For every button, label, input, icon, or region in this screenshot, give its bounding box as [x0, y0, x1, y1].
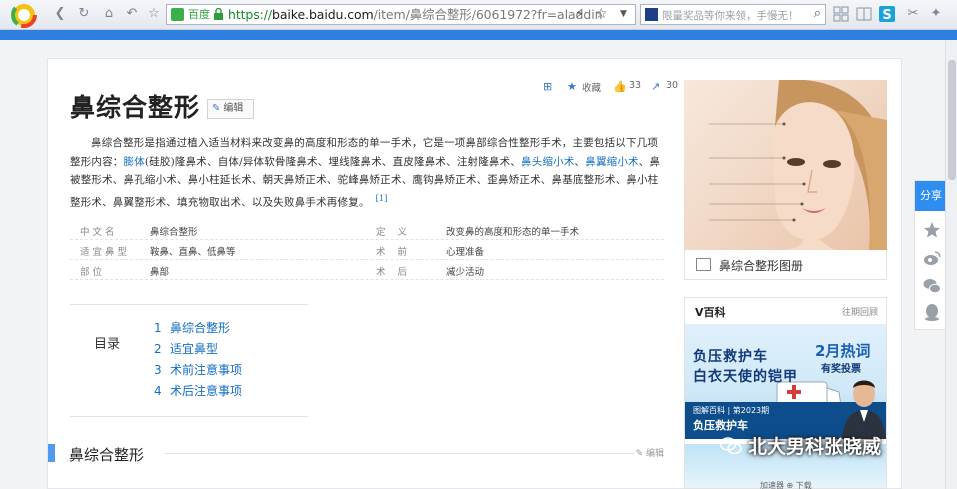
table-of-contents: 目录 1 鼻综合整形 2 适宜鼻型 3 术前注意事项 4 术后注意事项 [70, 304, 308, 417]
reading-mode-icon[interactable] [855, 5, 873, 23]
toc-label: 目录 [94, 337, 121, 352]
section-edit-link[interactable]: ✎ 编辑 [636, 446, 664, 459]
svg-text:S: S [882, 8, 891, 23]
album-icon [696, 258, 711, 271]
share-bar: 分享 [914, 180, 948, 330]
wechat-watermark-icon [720, 437, 742, 455]
toc-item[interactable]: 3 术前注意事项 [154, 361, 242, 382]
share-count-icon[interactable]: ↗ [651, 80, 660, 93]
past-issues-link[interactable]: 往期回顾 [842, 305, 878, 318]
link-biyi[interactable]: 鼻翼缩小术 [585, 156, 639, 168]
wechat-icon[interactable] [923, 277, 941, 295]
star-icon[interactable] [923, 221, 941, 239]
url-text[interactable]: https://baike.baidu.com/item/鼻综合整形/60619… [228, 7, 603, 23]
speed-mode-icon[interactable]: ⚡ [575, 7, 584, 22]
basic-info-row: 适宜鼻型 鞍鼻、直鼻、低鼻等 术前 心理准备 [70, 240, 664, 260]
basic-info-table: 中文名 鼻综合整形 定义 改变鼻的高度和形态的单一手术 适宜鼻型 鞍鼻、直鼻、低鼻等 … [70, 220, 664, 280]
pencil-icon: ✎ [635, 449, 646, 459]
section-heading: 鼻综合整形 [69, 446, 145, 464]
section-header: 鼻综合整形 ✎ 编辑 [48, 441, 664, 465]
undo-icon[interactable]: ↶ [124, 6, 140, 22]
address-dropdown-icon[interactable]: ▼ [620, 9, 627, 19]
tools-scissors-icon[interactable]: ✂ [905, 6, 921, 22]
presenter-image [842, 380, 886, 439]
scrollbar-thumb[interactable] [948, 60, 956, 180]
search-input[interactable]: 限量奖品等你来领，手慢无！ [662, 8, 799, 23]
banner-caption: 负压救护车 [693, 419, 748, 432]
banner-title-line1: 负压救护车 [693, 349, 768, 365]
link-pengti[interactable]: 膨体 [124, 156, 145, 168]
lock-icon [214, 8, 223, 20]
share-count: 30 [666, 80, 679, 91]
section-accent-bar [48, 444, 55, 462]
refresh-icon[interactable]: ↻ [76, 6, 92, 22]
v-baike-banner[interactable]: 负压救护车 白衣天使的铠甲 图解百科 | 第2023期 负压救护车 2月热词 有… [685, 324, 886, 439]
edit-button[interactable]: ✎ 编辑 [207, 99, 254, 119]
like-icon[interactable]: 👍 [613, 80, 627, 93]
banner-title-line2: 白衣天使的铠甲 [693, 369, 798, 385]
bookmark-star-icon[interactable]: ☆ [595, 6, 608, 22]
hot-words-title: 2月热词 [815, 342, 871, 360]
status-bar: 加速器 ⊕ 下载 [760, 481, 812, 489]
site-favicon-icon [171, 8, 184, 21]
site-badge: 百度 [188, 8, 210, 21]
share-label[interactable]: 分享 [915, 181, 947, 211]
hot-words-sub: 有奖投票 [821, 364, 861, 375]
watermark: 北大男科张晓威 [720, 432, 881, 459]
like-count: 33 [629, 80, 642, 91]
settings-icon[interactable]: ✦ [928, 6, 944, 22]
search-box[interactable]: 限量奖品等你来领，手慢无！ ⌕ [640, 4, 826, 25]
favorite-label[interactable]: 收藏 [582, 80, 601, 94]
favorite-star-icon[interactable]: ★ [567, 80, 577, 93]
page-top-bar [0, 30, 957, 40]
add-icon[interactable]: ⊞ [543, 80, 552, 93]
browser-logo-icon[interactable] [8, 2, 44, 28]
album-label: 鼻综合整形图册 [719, 259, 804, 273]
page-scrollbar[interactable] [945, 40, 957, 489]
s-extension-icon[interactable]: S [878, 5, 896, 23]
back-icon[interactable]: ❮ [52, 6, 68, 22]
entry-cover-image[interactable] [684, 80, 887, 250]
link-bitou[interactable]: 鼻头缩小术 [521, 156, 575, 168]
page-title: 鼻综合整形 [70, 93, 201, 122]
apps-grid-icon[interactable] [832, 5, 850, 23]
v-baike-panel: V百科 往期回顾 负压救护车 白衣天使的铠甲 图解百科 | 第2023期 负压救… [684, 297, 887, 489]
v-baike-title: V百科 [695, 306, 726, 319]
face-illustration [709, 80, 887, 250]
toc-item[interactable]: 2 适宜鼻型 [154, 340, 242, 361]
edit-label: 编辑 [223, 103, 244, 114]
search-engine-icon[interactable] [645, 8, 658, 21]
basic-info-row: 部位 鼻部 术后 减少活动 [70, 260, 664, 280]
album-link[interactable]: 鼻综合整形图册 [684, 250, 887, 280]
favorites-icon[interactable]: ☆ [146, 6, 162, 22]
banner-issue: 图解百科 | 第2023期 [693, 406, 770, 415]
basic-info-row: 中文名 鼻综合整形 定义 改变鼻的高度和形态的单一手术 [70, 220, 664, 240]
search-icon[interactable]: ⌕ [814, 6, 821, 21]
pencil-icon: ✎ [212, 103, 221, 114]
qq-icon[interactable] [923, 303, 941, 321]
section-divider [164, 453, 634, 454]
address-bar[interactable]: 百度 https://baike.baidu.com/item/鼻综合整形/60… [166, 4, 636, 25]
reference-link[interactable]: [1] [376, 194, 388, 203]
toc-item[interactable]: 1 鼻综合整形 [154, 319, 242, 340]
summary-paragraph: 鼻综合整形是指通过植入适当材料来改变鼻的高度和形态的单一手术，它是一项鼻部综合性… [70, 137, 661, 208]
home-icon[interactable]: ⌂ [101, 6, 117, 22]
toc-item[interactable]: 4 术后注意事项 [154, 382, 242, 403]
weibo-icon[interactable] [923, 249, 941, 267]
browser-toolbar: ❮ ↻ ⌂ ↶ ☆ 百度 https://baike.baidu.com/ite… [0, 0, 957, 30]
